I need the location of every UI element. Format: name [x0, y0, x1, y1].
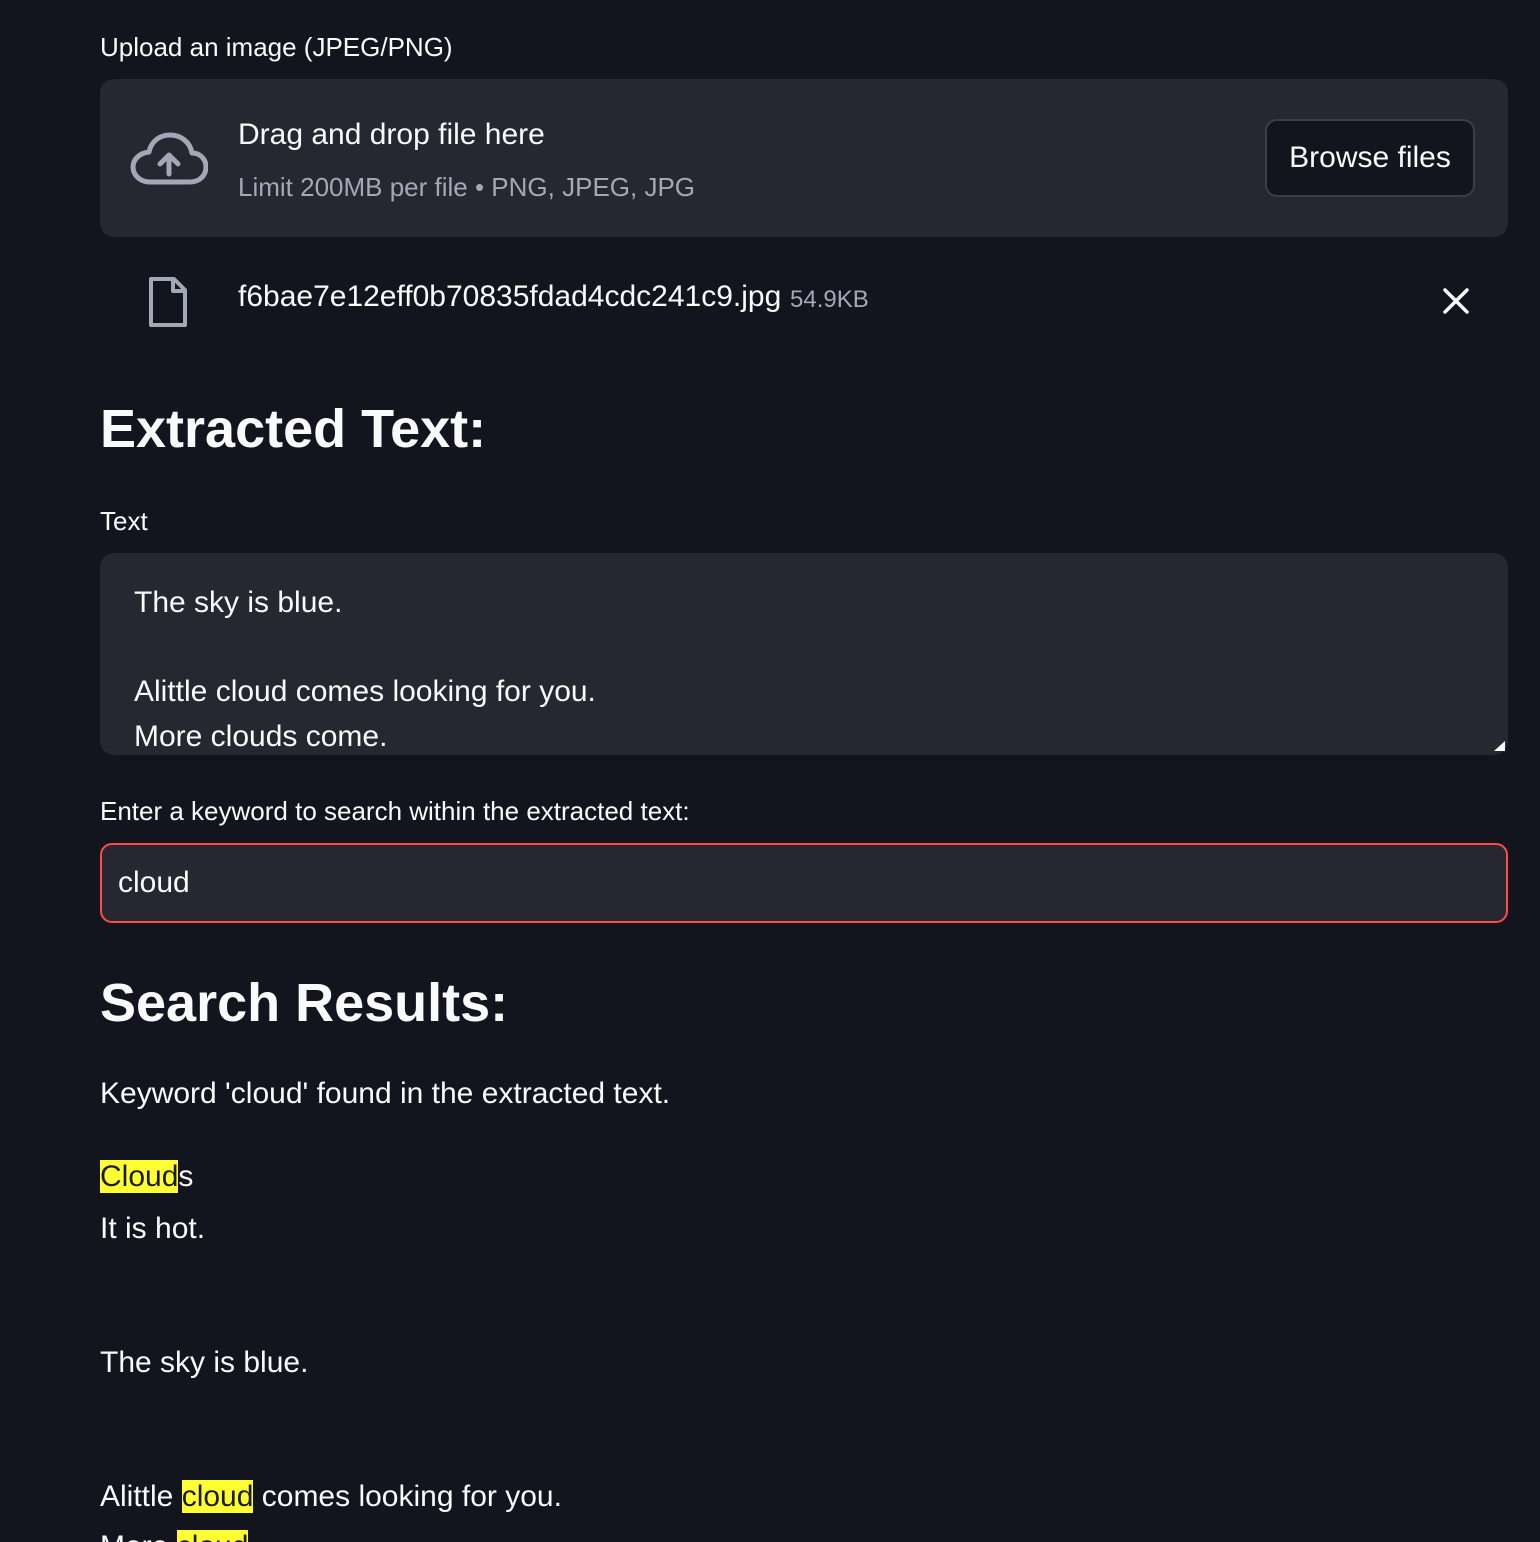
result-line: Clouds	[100, 1160, 193, 1194]
file-icon	[149, 277, 187, 327]
keyword-input[interactable]: cloud	[100, 843, 1508, 923]
result-line: Alittle cloud comes looking for you.	[100, 1480, 562, 1514]
result-text: s	[178, 1160, 194, 1193]
keyword-highlight: Cloud	[100, 1160, 179, 1193]
browse-files-button[interactable]: Browse files	[1265, 119, 1475, 197]
uploader-label: Upload an image (JPEG/PNG)	[100, 32, 453, 62]
keyword-highlight: cloud	[181, 1480, 254, 1513]
extracted-text-heading: Extracted Text:	[100, 399, 487, 459]
result-text: comes looking for you.	[253, 1480, 562, 1513]
extracted-text-area[interactable]: The sky is blue. Alittle cloud comes loo…	[100, 553, 1508, 755]
close-icon[interactable]	[1438, 283, 1474, 319]
result-line: More cloud	[100, 1530, 249, 1542]
dropzone-title: Drag and drop file here	[238, 118, 545, 151]
result-text: Alittle	[100, 1480, 182, 1513]
cloud-upload-icon	[130, 132, 208, 185]
uploaded-file-size: 54.9KB	[790, 286, 869, 313]
search-results-heading: Search Results:	[100, 973, 509, 1033]
uploaded-file-name: f6bae7e12eff0b70835fdad4cdc241c9.jpg	[238, 280, 782, 313]
keyword-found-message: Keyword 'cloud' found in the extracted t…	[100, 1077, 671, 1110]
app-page: Upload an image (JPEG/PNG) Drag and drop…	[0, 0, 1540, 1542]
result-text: More	[100, 1530, 177, 1542]
dropzone-limit-text: Limit 200MB per file • PNG, JPEG, JPG	[238, 172, 696, 202]
keyword-highlight: cloud	[176, 1530, 249, 1542]
result-line: It is hot.	[100, 1212, 206, 1245]
result-line: The sky is blue.	[100, 1346, 309, 1379]
textarea-label: Text	[100, 506, 148, 536]
resize-handle-icon[interactable]	[1492, 740, 1506, 752]
keyword-label: Enter a keyword to search within the ext…	[100, 796, 690, 826]
